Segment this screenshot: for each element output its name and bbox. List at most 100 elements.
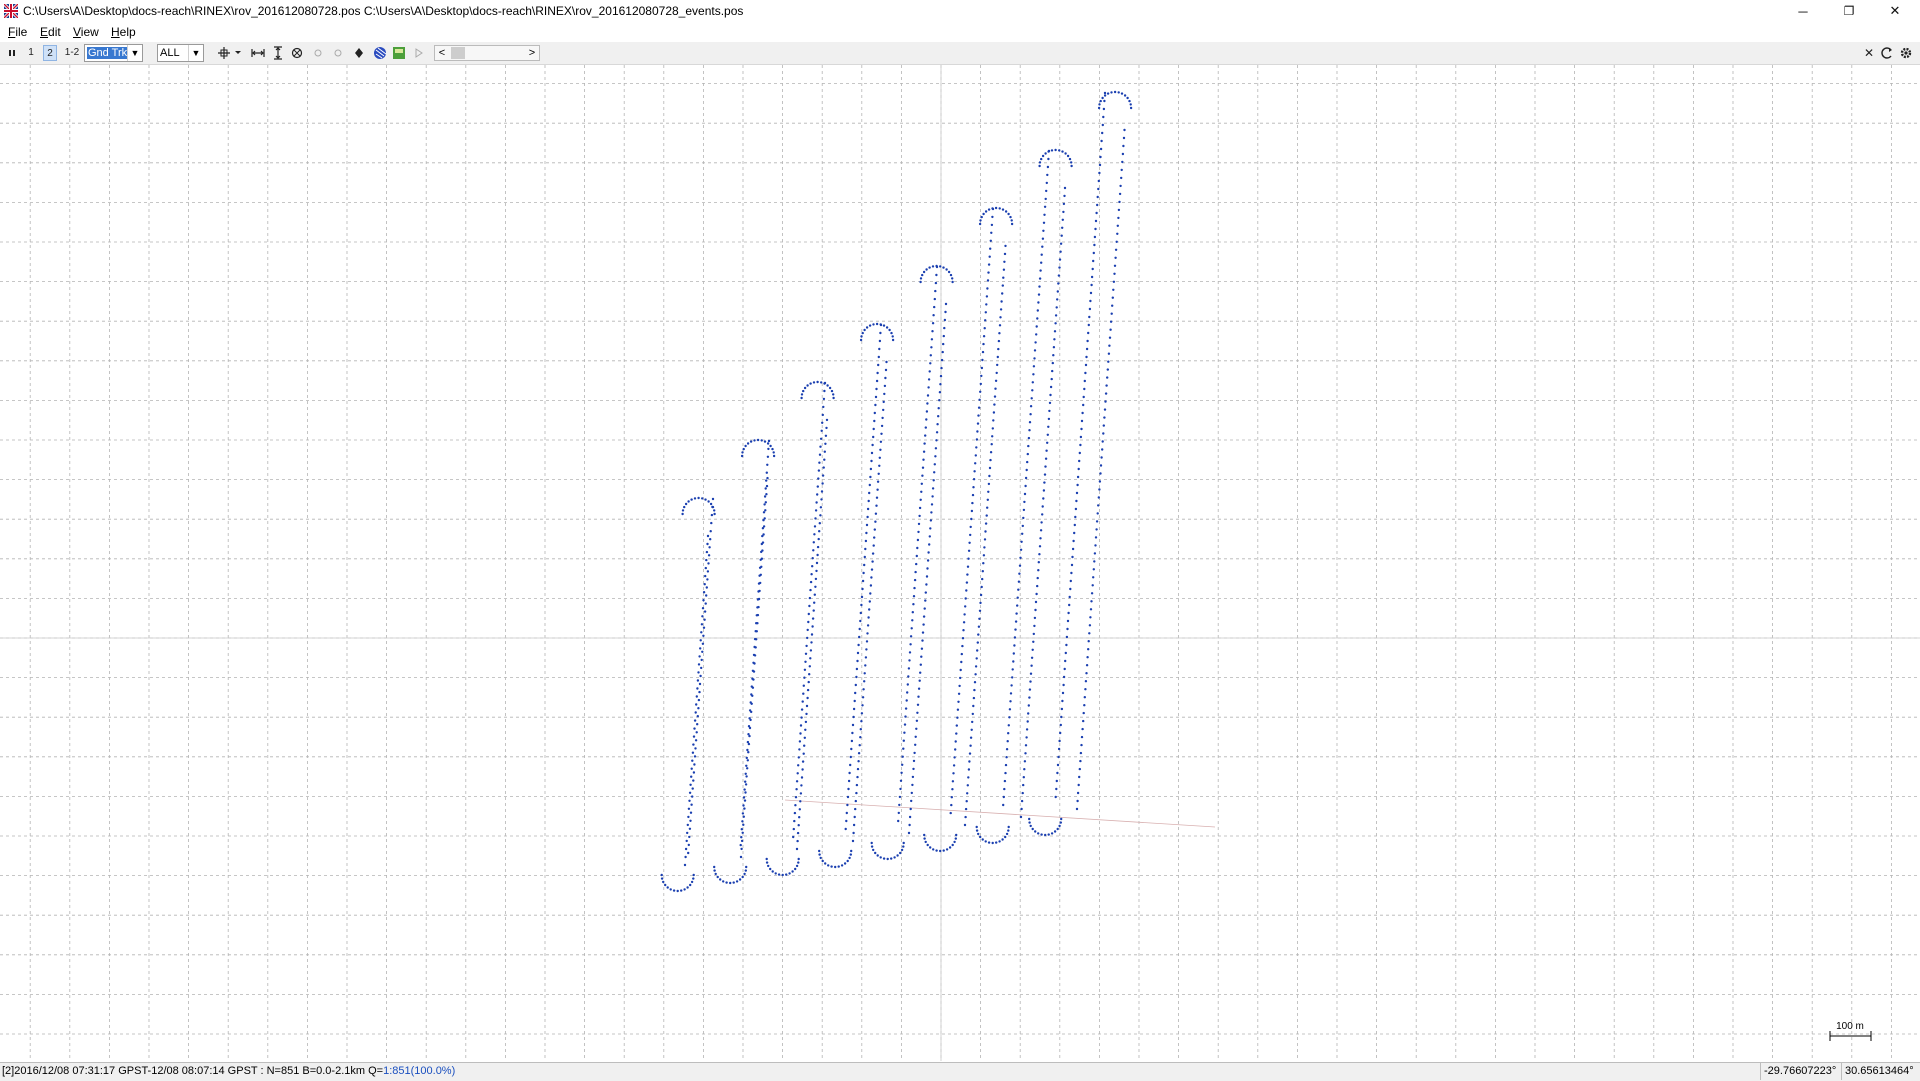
menu-file[interactable]: File — [8, 25, 27, 39]
track-point — [977, 832, 980, 836]
track-point — [897, 811, 900, 815]
track-point — [1026, 452, 1030, 456]
minimize-button[interactable]: ─ — [1780, 0, 1826, 22]
track-point — [1082, 395, 1085, 399]
track-point — [1064, 152, 1067, 155]
play-icon[interactable] — [414, 45, 424, 61]
track-point — [1085, 347, 1089, 351]
track-point — [869, 475, 872, 479]
track-point — [1024, 744, 1028, 747]
track-point — [902, 747, 905, 750]
track-point — [970, 728, 973, 731]
track-point — [872, 435, 875, 439]
track-point — [701, 650, 704, 653]
track-point — [707, 554, 711, 557]
track-point — [977, 625, 981, 628]
track-point — [1030, 397, 1033, 400]
track-point — [1056, 771, 1059, 775]
track-point — [801, 768, 804, 771]
track-point — [767, 864, 770, 868]
point-icon[interactable] — [353, 45, 365, 61]
track-point — [877, 355, 880, 359]
crosshair-icon[interactable] — [218, 45, 242, 61]
plot-solution-2-button[interactable]: 2 — [43, 45, 57, 61]
restore-button[interactable]: ❐ — [1826, 0, 1872, 22]
track-point — [1092, 568, 1096, 571]
track-point — [1098, 171, 1101, 175]
fit-horizontal-icon[interactable] — [251, 45, 265, 61]
track-point — [964, 605, 967, 608]
track-point — [697, 671, 700, 674]
plot-solution-1-2-button[interactable]: 1-2 — [63, 45, 81, 61]
track-point — [691, 759, 694, 762]
ground-track-plot[interactable]: 100 m — [0, 65, 1920, 1061]
track-point — [690, 498, 693, 501]
track-point — [930, 511, 933, 514]
track-point — [817, 477, 820, 480]
track-point — [1065, 635, 1069, 639]
track-point — [749, 440, 753, 443]
point-icon[interactable] — [333, 45, 343, 61]
track-point — [1064, 659, 1067, 663]
scroll-thumb[interactable] — [451, 47, 465, 59]
track-point — [857, 643, 860, 647]
plot-type-select[interactable]: Gnd Trk ▼ — [84, 44, 143, 62]
track-point — [859, 728, 862, 731]
track-point — [983, 327, 986, 330]
track-point — [1084, 363, 1088, 367]
gear-icon[interactable] — [1899, 45, 1913, 61]
close-button[interactable]: ✕ — [1872, 0, 1918, 22]
track-point — [1098, 480, 1102, 483]
track-point — [867, 499, 870, 503]
quality-filter-select[interactable]: ALL ▼ — [157, 44, 204, 62]
track-point — [713, 512, 716, 516]
track-point — [1022, 776, 1025, 779]
track-point — [710, 513, 714, 517]
track-point — [976, 430, 979, 433]
track-point — [765, 471, 768, 474]
point-icon[interactable] — [313, 45, 323, 61]
track-point — [1023, 500, 1026, 504]
track-point — [864, 656, 868, 659]
track-point — [1045, 449, 1048, 452]
time-scrollbar[interactable]: < > — [434, 45, 540, 61]
center-icon[interactable] — [291, 45, 303, 61]
plot-solution-1-button[interactable]: 1 — [24, 45, 38, 61]
menu-edit[interactable]: Edit — [40, 25, 61, 39]
track-point — [828, 386, 832, 390]
track-point — [746, 748, 749, 752]
track-point — [1062, 210, 1065, 214]
track-point — [744, 772, 747, 775]
show-map-icon[interactable] — [392, 45, 406, 61]
reload-icon[interactable] — [1880, 45, 1894, 61]
scroll-right-button[interactable]: > — [525, 46, 539, 60]
fit-vertical-icon[interactable] — [272, 45, 284, 61]
track-point — [959, 668, 962, 672]
track-point — [797, 861, 800, 864]
track-point — [971, 493, 975, 497]
pause-icon[interactable] — [6, 45, 18, 61]
track-point — [908, 659, 911, 662]
track-point — [702, 626, 706, 629]
track-point — [1070, 164, 1073, 168]
track-point — [854, 807, 857, 811]
track-point — [1029, 413, 1032, 416]
track-point — [975, 446, 978, 449]
status-longitude: 30.65613464° — [1841, 1063, 1914, 1080]
track-point — [991, 215, 994, 219]
track-point — [1093, 235, 1097, 239]
menu-view[interactable]: View — [73, 25, 99, 39]
scroll-left-button[interactable]: < — [435, 46, 449, 60]
sky-icon[interactable] — [373, 45, 387, 61]
track-point — [1095, 520, 1099, 523]
track-point — [1033, 616, 1037, 620]
track-point — [861, 579, 865, 583]
close-panel-button[interactable]: ✕ — [1862, 45, 1876, 61]
track-point — [930, 338, 934, 341]
track-point — [858, 635, 861, 639]
track-point — [906, 683, 909, 686]
track-point — [1099, 155, 1102, 159]
menu-help[interactable]: Help — [111, 25, 136, 39]
track-point — [863, 555, 866, 559]
track-point — [691, 751, 695, 754]
